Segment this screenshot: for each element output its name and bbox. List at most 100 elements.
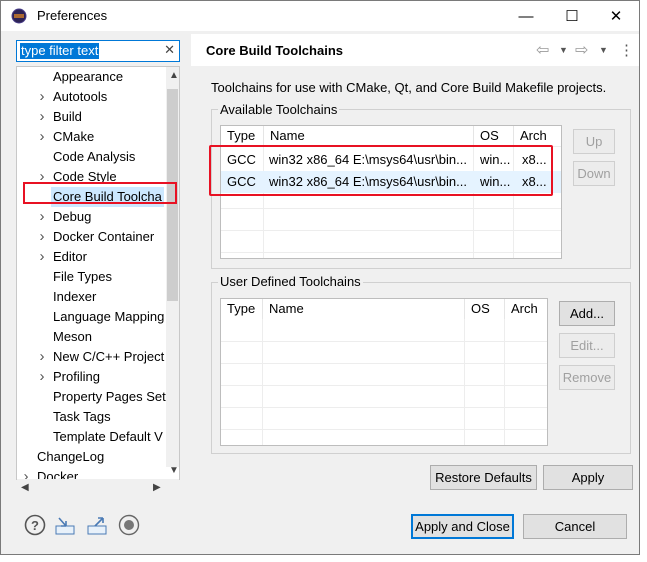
minimize-icon: —: [518, 7, 534, 25]
back-icon[interactable]: ⇦: [536, 40, 549, 60]
tree-item[interactable]: › New C/C++ Project: [17, 347, 165, 367]
import-icon[interactable]: [54, 514, 76, 536]
grid-line: [221, 363, 547, 364]
grid-line: [221, 429, 547, 430]
tree-item[interactable]: Meson: [17, 327, 165, 347]
filter-input[interactable]: type filter text ✕: [16, 40, 180, 62]
expand-chevron-icon[interactable]: ›: [37, 127, 47, 147]
tree-item-label: Appearance: [53, 69, 124, 84]
tree-item[interactable]: › CMake: [17, 127, 165, 147]
available-toolchains-label: Available Toolchains: [218, 102, 340, 117]
export-icon[interactable]: [86, 514, 108, 536]
tree-item-label: New C/C++ Project: [53, 349, 165, 364]
user-defined-toolchains-table[interactable]: Type Name OS Arch: [220, 298, 548, 446]
column-header-name[interactable]: Name: [264, 126, 474, 146]
clear-filter-icon[interactable]: ✕: [164, 42, 175, 58]
tree-item[interactable]: › Docker Container: [17, 227, 165, 247]
eclipse-icon: [11, 8, 27, 24]
record-icon[interactable]: [118, 514, 140, 536]
forward-dropdown-icon[interactable]: ▼: [599, 45, 608, 55]
expand-chevron-icon[interactable]: ›: [37, 107, 47, 127]
user-defined-toolchains-label: User Defined Toolchains: [218, 274, 363, 289]
grid-line: [221, 407, 547, 408]
view-menu-icon[interactable]: ⋮: [619, 41, 634, 59]
tree-item[interactable]: File Types: [17, 267, 165, 287]
forward-icon[interactable]: ⇨: [575, 40, 588, 60]
tree-item-label: Meson: [53, 329, 93, 344]
up-button[interactable]: Up: [573, 129, 615, 154]
scroll-down-icon[interactable]: ▼: [169, 465, 179, 476]
help-icon[interactable]: ?: [24, 514, 46, 536]
tree-item-label: Indexer: [53, 289, 97, 304]
add-button[interactable]: Add...: [559, 301, 615, 326]
expand-chevron-icon[interactable]: ›: [37, 367, 47, 387]
edit-button[interactable]: Edit...: [559, 333, 615, 358]
tree-item-label: Template Default V: [53, 429, 163, 444]
close-icon: ✕: [609, 8, 623, 25]
page-title: Core Build Toolchains: [206, 43, 343, 58]
window-title: Preferences: [37, 8, 108, 23]
column-header-os[interactable]: OS: [465, 299, 505, 319]
back-dropdown-icon[interactable]: ▼: [559, 45, 568, 55]
toolchain-rows-highlight: [209, 145, 553, 196]
column-header-arch[interactable]: Arch: [505, 299, 547, 319]
selected-item-highlight: [23, 182, 177, 204]
tree-item[interactable]: › Build: [17, 107, 165, 127]
cancel-button[interactable]: Cancel: [523, 514, 627, 539]
page-header: Core Build Toolchains ⇦ ▼ ⇨ ▼ ⋮: [191, 34, 639, 66]
expand-chevron-icon[interactable]: ›: [37, 87, 47, 107]
tree-item[interactable]: Task Tags: [17, 407, 165, 427]
grid-line: [221, 385, 547, 386]
tree-item-label: CMake: [53, 129, 95, 144]
down-button[interactable]: Down: [573, 161, 615, 186]
page-description: Toolchains for use with CMake, Qt, and C…: [211, 80, 607, 95]
tree-item[interactable]: Appearance: [17, 67, 165, 87]
maximize-icon: ☐: [565, 8, 579, 25]
column-header-name[interactable]: Name: [263, 299, 465, 319]
grid-line: [262, 319, 263, 445]
title-bar: Preferences — ☐ ✕: [1, 1, 639, 31]
tree-item-label: Debug: [53, 209, 92, 224]
column-header-os[interactable]: OS: [474, 126, 514, 146]
apply-and-close-button[interactable]: Apply and Close: [411, 514, 514, 539]
preferences-window: Preferences — ☐ ✕ type filter text ✕ App…: [0, 0, 640, 555]
tree-item[interactable]: ChangeLog: [17, 447, 165, 467]
remove-button[interactable]: Remove: [559, 365, 615, 390]
maximize-button[interactable]: ☐: [549, 1, 595, 31]
expand-chevron-icon[interactable]: ›: [37, 247, 47, 267]
close-button[interactable]: ✕: [593, 1, 639, 31]
grid-line: [221, 341, 547, 342]
tree-item[interactable]: › Debug: [17, 207, 165, 227]
tree-item[interactable]: Template Default V: [17, 427, 165, 447]
tree-item-label: Docker Container: [53, 229, 155, 244]
tree-item[interactable]: › Autotools: [17, 87, 165, 107]
column-header-type[interactable]: Type: [221, 299, 263, 319]
tree-item-label: File Types: [53, 269, 113, 284]
preferences-tree: Appearance › Autotools › Build › CMake Code Ana…: [16, 66, 180, 480]
tree-item-label: Autotools: [53, 89, 108, 104]
grid-line: [221, 208, 561, 209]
minimize-button[interactable]: —: [503, 1, 549, 31]
tree-item-label: Build: [53, 109, 82, 124]
scroll-up-icon[interactable]: ▲: [169, 70, 179, 81]
column-header-arch[interactable]: Arch: [514, 126, 561, 146]
expand-chevron-icon[interactable]: ›: [37, 207, 47, 227]
tree-item[interactable]: › Profiling: [17, 367, 165, 387]
scroll-left-icon[interactable]: ◀: [21, 482, 29, 493]
tree-item[interactable]: Property Pages Set: [17, 387, 166, 407]
grid-line: [504, 319, 505, 445]
expand-chevron-icon[interactable]: ›: [37, 227, 47, 247]
column-header-type[interactable]: Type: [221, 126, 264, 146]
svg-text:?: ?: [31, 518, 39, 533]
scroll-right-icon[interactable]: ▶: [153, 482, 161, 493]
grid-line: [464, 319, 465, 445]
tree-item-label: Editor: [53, 249, 87, 264]
tree-item[interactable]: Indexer: [17, 287, 165, 307]
grid-line: [221, 230, 561, 231]
restore-defaults-button[interactable]: Restore Defaults: [430, 465, 537, 490]
tree-item[interactable]: Language Mapping: [17, 307, 165, 327]
expand-chevron-icon[interactable]: ›: [37, 347, 47, 367]
apply-button[interactable]: Apply: [543, 465, 633, 490]
tree-item[interactable]: Code Analysis: [17, 147, 165, 167]
tree-item[interactable]: › Editor: [17, 247, 165, 267]
